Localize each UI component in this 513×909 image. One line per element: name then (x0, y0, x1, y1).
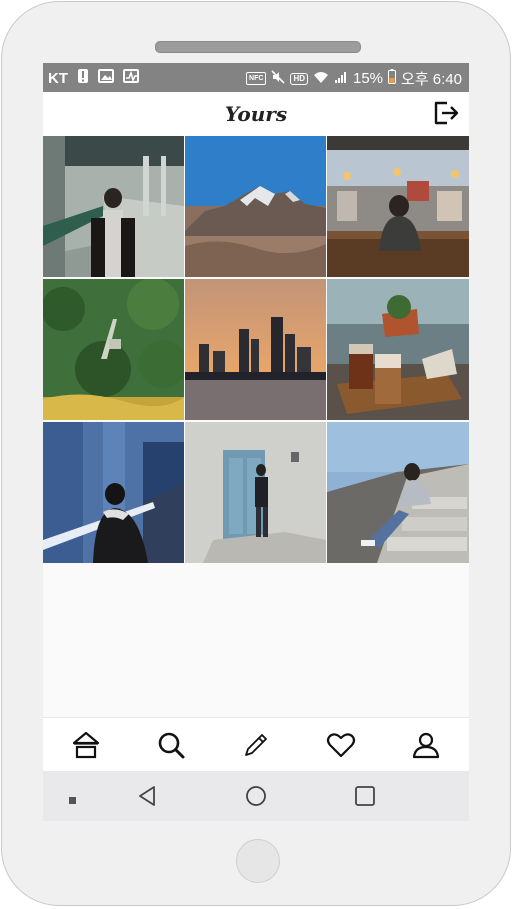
nav-home-button[interactable] (66, 725, 106, 765)
profile-icon (413, 732, 440, 759)
battery-icon (388, 69, 397, 88)
back-button[interactable] (136, 785, 158, 812)
nfc-icon: NFC (246, 72, 267, 85)
alert-icon (77, 68, 89, 88)
activity-icon (123, 69, 139, 87)
back-icon (139, 786, 155, 806)
home-icon (72, 731, 99, 759)
recent-dot-icon (69, 797, 76, 804)
overview-square-icon (355, 786, 375, 806)
signal-icon (334, 70, 348, 88)
photo-bridge-portrait[interactable] (43, 136, 184, 277)
logout-button[interactable] (431, 98, 461, 128)
photo-city-sunset[interactable] (185, 279, 326, 420)
wifi-icon (313, 70, 329, 88)
photo-railing-blue[interactable] (43, 422, 184, 563)
hardware-home-button[interactable] (236, 839, 280, 883)
speaker-grille (155, 41, 361, 53)
heart-icon (327, 733, 356, 758)
nav-search-button[interactable] (151, 725, 191, 765)
mute-icon (271, 69, 286, 88)
clock: 오후 6:40 (401, 71, 462, 88)
carrier-label: KT (48, 69, 68, 87)
battery-percent: 15% (353, 70, 384, 87)
page-title: Yours (224, 102, 288, 126)
screen: KT NFC HD 15% 오후 6:40 Yours (43, 63, 469, 821)
search-icon (158, 732, 185, 759)
recent-dot-button[interactable] (69, 792, 77, 810)
hd-icon: HD (290, 72, 308, 85)
overview-button[interactable] (354, 785, 376, 812)
photo-cafe-window[interactable] (327, 136, 469, 277)
app-bar: Yours (43, 92, 469, 136)
nav-profile-button[interactable] (406, 725, 446, 765)
photo-door-wall[interactable] (185, 422, 326, 563)
gallery-icon (98, 69, 114, 87)
photo-stone-wall[interactable] (327, 422, 469, 563)
status-bar: KT NFC HD 15% 오후 6:40 (43, 63, 469, 92)
system-home-button[interactable] (245, 785, 267, 812)
photo-park-aerial[interactable] (43, 279, 184, 420)
bottom-nav (43, 717, 469, 772)
home-circle-icon (246, 786, 266, 806)
photo-coffee-table[interactable] (327, 279, 469, 420)
photo-mountain[interactable] (185, 136, 326, 277)
pencil-icon (245, 734, 267, 756)
nav-write-button[interactable] (236, 725, 276, 765)
nav-likes-button[interactable] (321, 725, 361, 765)
logout-icon (434, 101, 459, 125)
photo-grid (43, 136, 469, 563)
system-nav-bar (43, 771, 469, 821)
